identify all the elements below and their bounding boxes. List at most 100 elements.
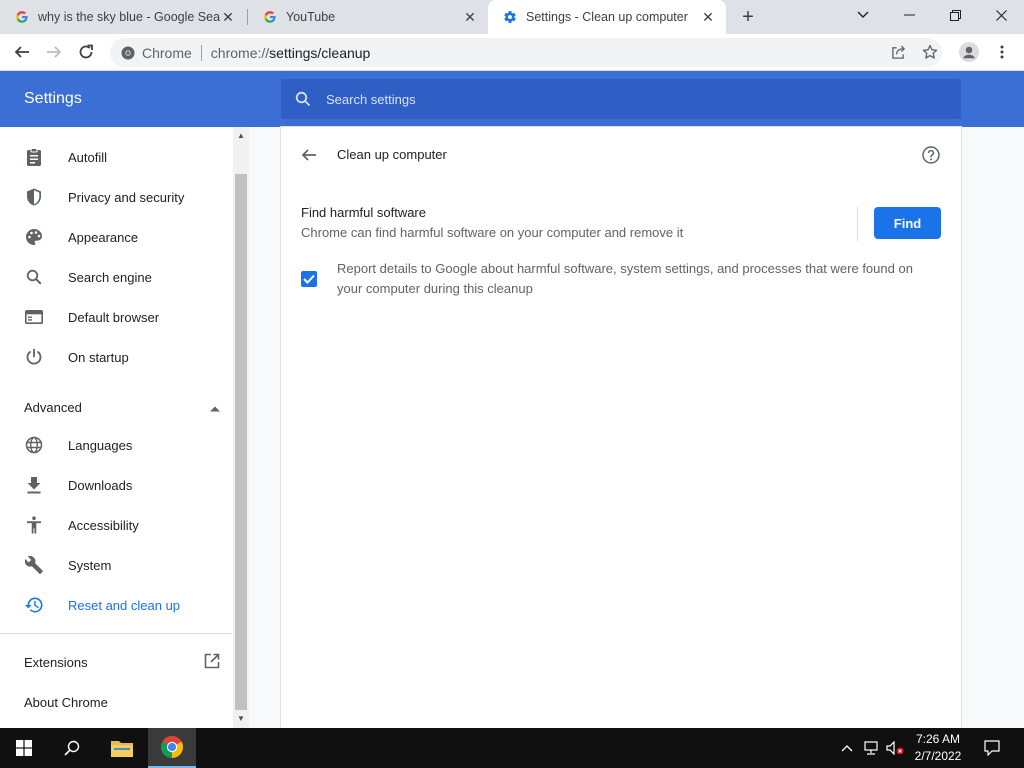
clipboard-icon [24,147,44,167]
find-harmful-software-title: Find harmful software [301,205,426,220]
sidebar-item-label: Default browser [68,309,160,325]
report-details-label[interactable]: Report details to Google about harmful s… [337,259,927,299]
help-icon[interactable] [921,145,941,165]
tab-title: why is the sky blue - Google Sea [38,10,220,24]
sidebar-item-accessibility[interactable]: Accessibility [0,505,232,545]
close-window-button[interactable] [978,0,1024,30]
windows-start-icon[interactable] [0,728,48,768]
forward-button[interactable] [41,39,67,65]
sidebar-item-label: Appearance [68,229,139,245]
browser-toolbar: Chrome chrome://settings/cleanup [0,34,1024,71]
search-settings-input[interactable] [326,91,926,107]
menu-kebab-icon[interactable] [989,39,1015,65]
volume-muted-icon[interactable] [884,728,906,768]
download-icon [24,475,44,495]
clock-date: 2/7/2022 [914,749,962,763]
tab-youtube[interactable]: YouTube ✕ [248,0,488,34]
sidebar-item-default-browser[interactable]: Default browser [0,297,232,337]
sidebar-item-search-engine[interactable]: Search engine [0,257,232,297]
cleanup-card: Clean up computer Find harmful software … [281,127,961,728]
close-tab-icon[interactable]: ✕ [700,9,716,25]
sidebar-item-label: Reset and clean up [68,597,181,613]
sidebar-item-label: On startup [68,349,129,365]
bookmark-star-icon[interactable] [917,39,943,65]
settings-header: Settings [0,71,1024,127]
globe-icon [24,435,44,455]
sidebar-item-system[interactable]: System [0,545,232,585]
windows-taskbar: 7:26 AM 2/7/2022 [0,728,1024,768]
sidebar-item-label: Languages [68,437,133,453]
omnibox-divider [200,44,202,61]
network-icon[interactable] [861,728,881,768]
back-arrow-icon[interactable] [299,145,319,165]
url-scheme: chrome:// [210,44,270,61]
chrome-secure-icon[interactable] [120,45,136,61]
tab-title: YouTube [286,10,336,24]
sidebar-item-label: Extensions [24,654,88,670]
share-icon[interactable] [885,39,911,65]
sidebar-item-privacy[interactable]: Privacy and security [0,177,232,217]
search-icon [293,89,313,109]
wrench-icon [24,555,44,575]
search-icon [24,267,44,287]
tab-google-search[interactable]: why is the sky blue - Google Sea ✕ [0,0,246,34]
restore-icon [24,595,44,615]
show-hidden-icons-chevron-icon[interactable] [838,728,856,768]
minimize-button[interactable] [886,0,932,30]
find-button[interactable]: Find [874,207,941,239]
tab-title: Settings - Clean up computer [526,10,688,24]
new-tab-button[interactable]: + [738,6,758,28]
sidebar-divider [0,633,232,634]
google-g-icon [262,9,278,25]
settings-title: Settings [24,90,82,107]
sidebar-item-label: Autofill [68,149,108,165]
file-explorer-icon[interactable] [98,728,146,768]
chrome-taskbar-icon[interactable] [148,728,196,768]
sidebar-item-about-chrome[interactable]: About Chrome [24,692,220,712]
vertical-separator [857,207,858,241]
caret-up-icon [210,400,220,415]
clock-time: 7:26 AM [915,732,961,746]
accessibility-icon [24,515,44,535]
scrollbar-thumb[interactable] [235,174,247,710]
gear-icon [502,9,518,25]
restore-button[interactable] [932,0,978,30]
shield-icon [24,187,44,207]
notification-center-icon[interactable] [979,728,1005,768]
sidebar-item-extensions[interactable]: Extensions [24,652,220,672]
taskbar-search-icon[interactable] [48,728,96,768]
sidebar-item-reset-and-clean-up[interactable]: Reset and clean up [0,585,232,625]
sidebar-item-languages[interactable]: Languages [0,425,232,465]
tab-strip: why is the sky blue - Google Sea ✕ YouTu… [0,0,1024,34]
open-in-new-icon [204,653,220,672]
report-details-checkbox[interactable] [301,271,317,287]
advanced-toggle[interactable]: Advanced [24,397,220,417]
tab-search-chevron-icon[interactable] [840,0,886,30]
sidebar-item-label: Downloads [68,477,133,493]
settings-search-box[interactable] [281,79,961,119]
scroll-down-arrow-icon[interactable]: ▼ [236,714,246,724]
sidebar-item-autofill[interactable]: Autofill [0,137,232,177]
power-icon [24,347,44,367]
sidebar-item-downloads[interactable]: Downloads [0,465,232,505]
browser-icon [24,307,44,327]
scroll-up-arrow-icon[interactable]: ▲ [236,131,246,141]
profile-avatar-icon[interactable] [956,39,982,65]
taskbar-clock[interactable]: 7:26 AM 2/7/2022 [906,731,970,765]
sidebar-item-label: Accessibility [68,517,139,533]
tab-settings[interactable]: Settings - Clean up computer ✕ [488,0,726,34]
url-text[interactable]: chrome://settings/cleanup [211,45,371,61]
reload-button[interactable] [73,39,99,65]
sidebar-item-label: Search engine [68,269,152,285]
address-bar[interactable]: Chrome chrome://settings/cleanup [110,38,942,67]
close-tab-icon[interactable]: ✕ [220,9,236,25]
sidebar-item-on-startup[interactable]: On startup [0,337,232,377]
back-button[interactable] [9,39,35,65]
palette-icon [24,227,44,247]
sidebar-item-appearance[interactable]: Appearance [0,217,232,257]
sidebar-item-label: System [68,557,112,573]
sidebar-scrollbar[interactable]: ▲ ▼ [233,127,249,728]
close-tab-icon[interactable]: ✕ [462,9,478,25]
page-title: Clean up computer [337,147,447,162]
find-harmful-software-description: Chrome can find harmful software on your… [301,225,684,240]
